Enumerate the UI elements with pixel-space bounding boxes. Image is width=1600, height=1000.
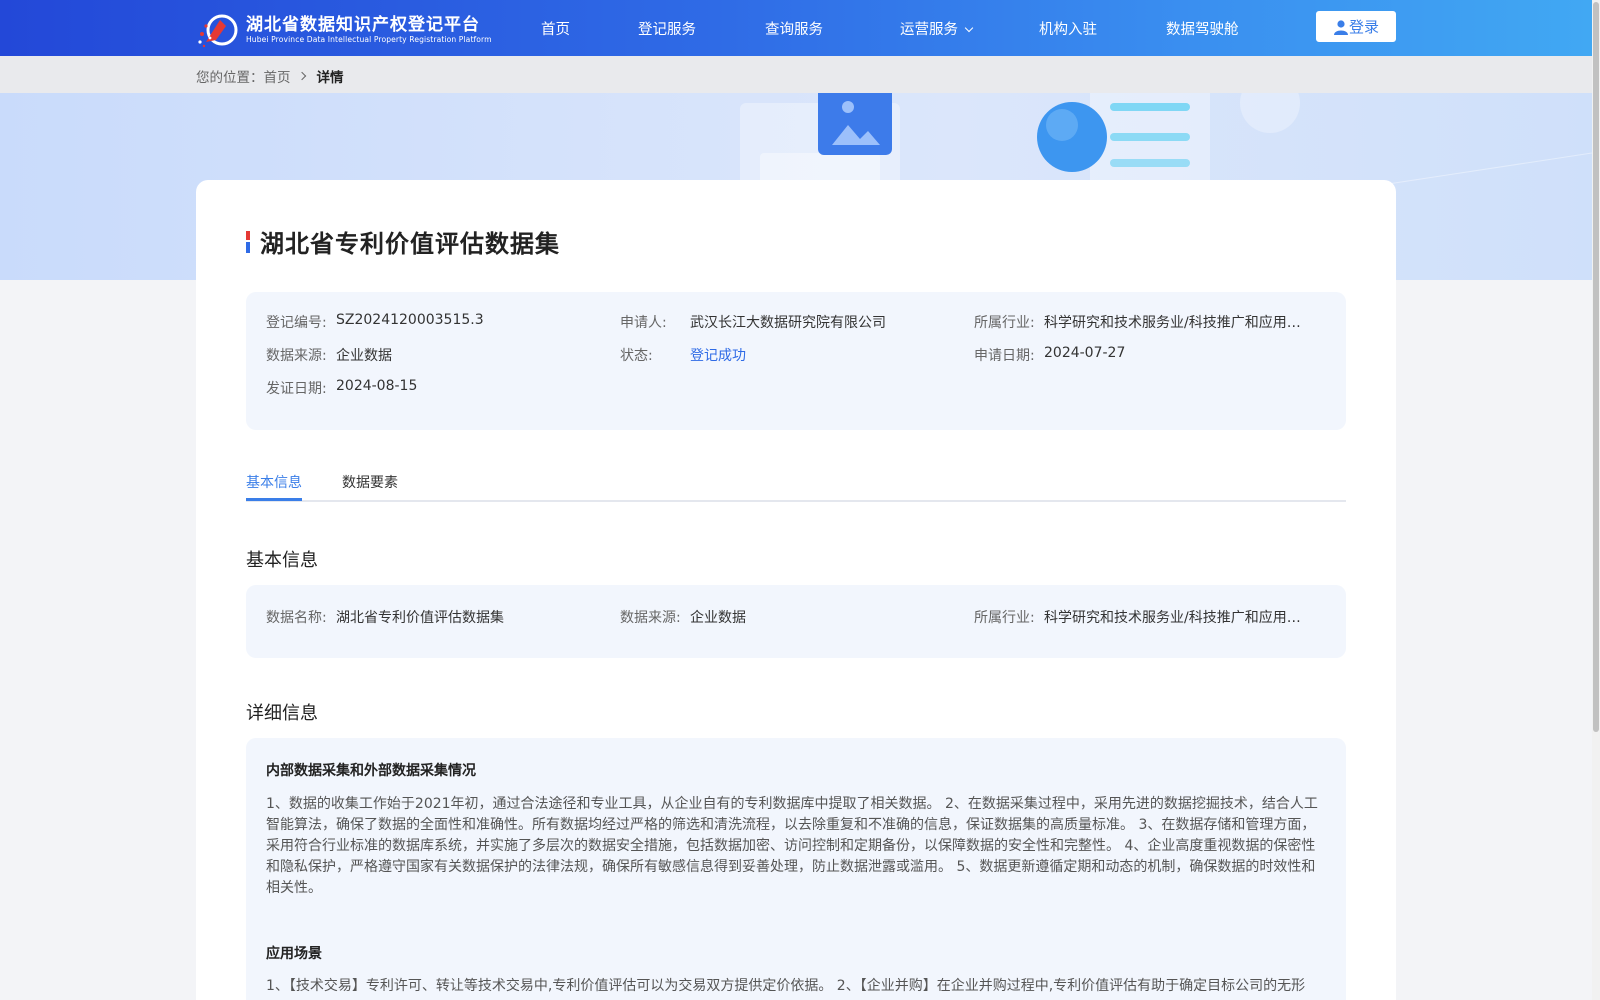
basic-info-heading: 基本信息 [246,550,318,571]
breadcrumb-home[interactable]: 首页 [264,66,291,86]
status-label: 状态: [620,348,653,364]
nav-operation-service[interactable]: 运营服务 [900,18,974,39]
nav-registration-service[interactable]: 登记服务 [638,18,696,39]
breadcrumb-prefix: 您的位置： [196,70,264,86]
basic-source-value: 企业数据 [690,610,746,626]
issue-date-field: 发证日期: 2024-08-15 [266,378,417,398]
user-icon [1333,19,1348,35]
nav-operation-service-label: 运营服务 [900,22,958,38]
basic-source-field: 数据来源: 企业数据 [620,607,746,627]
collection-heading: 内部数据采集和外部数据采集情况 [266,763,476,779]
data-name-value: 湖北省专利价值评估数据集 [336,610,504,626]
apply-date-label: 申请日期: [974,348,1035,364]
scenario-heading: 应用场景 [266,946,322,962]
industry-value: 科学研究和技术服务业/科技推广和应用服务业 [1044,315,1314,331]
top-header: 湖北省数据知识产权登记平台 Hubei Province Data Intell… [0,0,1592,56]
status-field: 状态: 登记成功 [620,345,746,365]
status-badge: 登记成功 [690,348,746,364]
industry-field: 所属行业: 科学研究和技术服务业/科技推广和应用服务业 [974,312,1314,332]
reg-no-field: 登记编号: SZ2024120003515.3 [266,312,484,332]
source-label: 数据来源: [266,348,327,364]
title-marker-icon [246,230,250,253]
page-scrollbar[interactable] [1592,0,1600,1000]
basic-industry-label: 所属行业: [974,610,1035,626]
apply-date-field: 申请日期: 2024-07-27 [974,345,1125,365]
active-tab-indicator [246,498,302,501]
issue-date-label: 发证日期: [266,381,327,397]
detail-tabs: 基本信息 数据要素 [246,462,1346,502]
basic-info-box: 数据名称: 湖北省专利价值评估数据集 数据来源: 企业数据 所属行业: 科学研究… [246,585,1346,658]
basic-industry-field: 所属行业: 科学研究和技术服务业/科技推广和应用服务业 [974,607,1314,627]
apply-date-value: 2024-07-27 [1044,345,1126,361]
basic-source-label: 数据来源: [620,610,681,626]
data-name-field: 数据名称: 湖北省专利价值评估数据集 [266,607,504,627]
chevron-down-icon [964,23,974,33]
breadcrumb-bar: 您的位置： 首页 详情 [0,56,1592,93]
detailed-info-box: 内部数据采集和外部数据采集情况 1、数据的收集工作始于2021年初，通过合法途径… [246,738,1346,1000]
registration-info-box: 登记编号: SZ2024120003515.3 申请人: 武汉长江大数据研究院有… [246,292,1346,430]
basic-industry-value: 科学研究和技术服务业/科技推广和应用服务业 [1044,610,1314,626]
detail-card: 湖北省专利价值评估数据集 登记编号: SZ2024120003515.3 申请人… [196,180,1396,1000]
detailed-info-heading: 详细信息 [246,703,318,724]
login-label: 登录 [1348,18,1379,36]
chevron-right-icon [297,71,306,81]
collection-text: 1、数据的收集工作始于2021年初，通过合法途径和专业工具，从企业自有的专利数据… [266,796,1318,896]
nav-data-cockpit[interactable]: 数据驾驶舱 [1166,18,1239,39]
reg-no-label: 登记编号: [266,315,327,331]
tab-basic-info[interactable]: 基本信息 [246,472,302,492]
detail-title-wrap: 湖北省专利价值评估数据集 [246,224,560,259]
login-button[interactable]: 登录 [1316,11,1396,42]
tab-data-elements[interactable]: 数据要素 [342,472,398,492]
issue-date-value: 2024-08-15 [336,378,418,394]
nav-home[interactable]: 首页 [541,18,570,39]
nav-query-service[interactable]: 查询服务 [765,18,823,39]
applicant-value: 武汉长江大数据研究院有限公司 [690,315,886,331]
data-name-label: 数据名称: [266,610,327,626]
nav-institution-entry[interactable]: 机构入驻 [1039,18,1097,39]
breadcrumb: 您的位置： 首页 详情 [196,66,344,86]
breadcrumb-current: 详情 [316,70,344,86]
applicant-label: 申请人: [620,315,667,331]
applicant-field: 申请人: 武汉长江大数据研究院有限公司 [620,312,886,332]
reg-no-value: SZ2024120003515.3 [336,312,484,328]
source-value: 企业数据 [336,348,392,364]
scenario-text: 1、【技术交易】专利许可、转让等技术交易中,专利价值评估可以为交易双方提供定价依… [266,978,1306,994]
scrollbar-thumb[interactable] [1593,2,1599,732]
industry-label: 所属行业: [974,315,1035,331]
source-field: 数据来源: 企业数据 [266,345,392,365]
page-title: 湖北省专利价值评估数据集 [260,230,560,258]
